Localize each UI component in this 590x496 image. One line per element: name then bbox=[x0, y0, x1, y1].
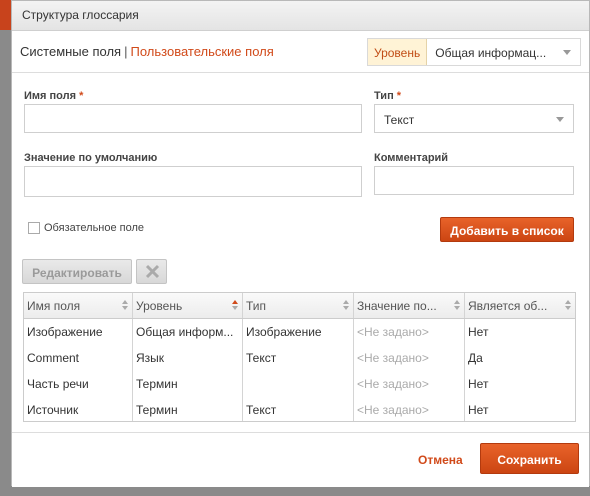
cell-field-name: Источник bbox=[24, 397, 133, 421]
cell-default: <Не задано> bbox=[354, 345, 465, 371]
comment-label: Комментарий bbox=[374, 152, 449, 164]
add-to-list-button[interactable]: Добавить в список bbox=[440, 217, 574, 242]
sort-icon bbox=[122, 300, 128, 311]
cell-level: Термин bbox=[133, 397, 243, 421]
cancel-button[interactable]: Отмена bbox=[418, 453, 463, 467]
cell-required: Да bbox=[468, 351, 483, 365]
required-mark: * bbox=[79, 90, 84, 102]
table-row[interactable]: Часть речи Термин <Не задано> Нет bbox=[24, 371, 575, 397]
sort-icon bbox=[232, 300, 238, 311]
tab-system-fields[interactable]: Системные поля bbox=[20, 44, 121, 59]
cell-type: Текст bbox=[243, 397, 354, 421]
level-label: Уровень bbox=[368, 39, 428, 65]
table-body: Изображение Общая информ... Изображение … bbox=[24, 319, 575, 421]
sort-icon bbox=[565, 300, 571, 311]
field-tabs: Системные поля | Пользовательские поля bbox=[20, 44, 274, 59]
table-row[interactable]: Изображение Общая информ... Изображение … bbox=[24, 319, 575, 345]
table-header: Имя поля Уровень Тип Значение по... Явля… bbox=[24, 293, 575, 319]
field-name-input[interactable] bbox=[24, 104, 362, 133]
level-select[interactable]: Уровень Общая информац... bbox=[367, 38, 581, 66]
column-header[interactable]: Тип bbox=[243, 293, 354, 318]
cell-level: Общая информ... bbox=[133, 319, 243, 345]
cell-level: Язык bbox=[133, 345, 243, 371]
cell-field-name: Comment bbox=[24, 345, 133, 371]
cell-default: <Не задано> bbox=[354, 371, 465, 397]
cell-type: Текст bbox=[243, 345, 354, 371]
cell-default: <Не задано> bbox=[354, 397, 465, 421]
type-select-value: Текст bbox=[384, 113, 415, 127]
column-header-label: Значение по... bbox=[357, 299, 437, 313]
delete-x-icon bbox=[145, 264, 160, 279]
column-header[interactable]: Имя поля bbox=[24, 293, 133, 318]
glossary-structure-dialog: Структура глоссария Системные поля | Польз… bbox=[11, 0, 590, 487]
level-value[interactable]: Общая информац... bbox=[427, 39, 580, 65]
column-header-label: Уровень bbox=[136, 299, 183, 313]
table-row[interactable]: Comment Язык Текст <Не задано> Да bbox=[24, 345, 575, 371]
default-value-label: Значение по умолчанию bbox=[24, 152, 158, 164]
dialog-header: Системные поля | Пользовательские поля Уро… bbox=[12, 31, 589, 73]
required-field-label: Обязательное поле bbox=[44, 222, 145, 234]
tab-separator: | bbox=[124, 44, 128, 59]
cell-default: <Не задано> bbox=[354, 319, 465, 345]
cell-type: Изображение bbox=[243, 319, 354, 345]
fields-table: Имя поля Уровень Тип Значение по... Явля… bbox=[23, 292, 576, 422]
required-mark: * bbox=[396, 90, 402, 102]
save-button[interactable]: Сохранить bbox=[480, 443, 579, 474]
tab-custom-fields[interactable]: Пользовательские поля bbox=[131, 44, 274, 59]
cell-type bbox=[243, 371, 354, 397]
type-select[interactable]: Текст bbox=[374, 104, 574, 133]
default-value-input[interactable] bbox=[24, 166, 362, 197]
chevron-down-icon bbox=[563, 50, 572, 55]
delete-button[interactable] bbox=[136, 259, 167, 284]
sort-icon bbox=[454, 300, 460, 311]
column-header[interactable]: Значение по... bbox=[354, 293, 465, 318]
type-label: Тип * bbox=[374, 90, 401, 102]
dialog-title: Структура глоссария bbox=[12, 1, 589, 31]
cell-required: Нет bbox=[468, 377, 489, 391]
field-name-label-text: Имя поля bbox=[24, 90, 77, 102]
cell-required: Нет bbox=[468, 325, 489, 339]
type-label-text: Тип bbox=[374, 90, 394, 102]
required-field-checkbox[interactable] bbox=[28, 222, 40, 234]
cell-field-name: Часть речи bbox=[24, 371, 133, 397]
chevron-down-icon bbox=[556, 117, 564, 122]
table-row[interactable]: Источник Термин Текст <Не задано> Нет bbox=[24, 397, 575, 421]
sort-icon bbox=[343, 300, 349, 311]
edit-button[interactable]: Редактировать bbox=[22, 259, 132, 284]
cell-field-name: Изображение bbox=[24, 319, 133, 345]
column-header-label: Имя поля bbox=[27, 299, 81, 313]
field-name-label: Имя поля * bbox=[24, 90, 83, 102]
level-value-text: Общая информац... bbox=[435, 46, 547, 60]
cell-required: Нет bbox=[468, 403, 489, 417]
column-header-label: Тип bbox=[246, 299, 267, 313]
comment-input[interactable] bbox=[374, 166, 574, 195]
column-header-label: Является об... bbox=[468, 299, 548, 313]
column-header[interactable]: Уровень bbox=[133, 293, 243, 318]
dialog-footer: Отмена Сохранить bbox=[12, 432, 589, 487]
cell-level: Термин bbox=[133, 371, 243, 397]
column-header[interactable]: Является об... bbox=[465, 293, 575, 318]
